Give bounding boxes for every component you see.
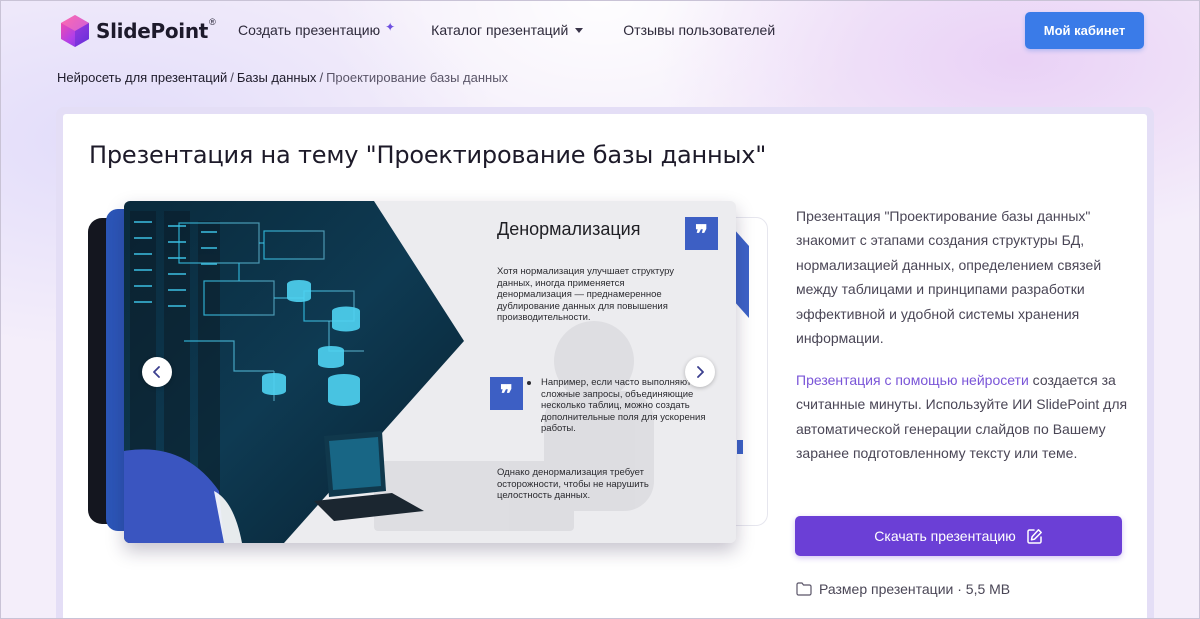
breadcrumb-link-ai[interactable]: Нейросеть для презентаций — [57, 70, 227, 85]
presentation-size: Размер презентации · 5,5 MB — [796, 581, 1010, 597]
size-label: Размер презентации — [819, 581, 954, 597]
download-button-label: Скачать презентацию — [874, 528, 1016, 544]
slide-paragraph-3: Однако денормализация требует осторожнос… — [497, 467, 649, 501]
quote-icon: ❞ — [490, 377, 523, 410]
bullet-point — [527, 381, 531, 385]
slide-decor-small — [737, 440, 743, 454]
breadcrumb: Нейросеть для презентаций / Базы данных / Пр… — [57, 70, 508, 85]
page-title: Презентация на тему "Проектирование базы… — [89, 141, 767, 169]
size-separator: · — [953, 581, 966, 597]
edit-icon — [1026, 528, 1043, 545]
slide-current: Денормализация ❞ Хотя нормализация улучш… — [124, 201, 736, 543]
nav-reviews-label: Отзывы пользователей — [623, 22, 776, 38]
presentation-description: Презентация "Проектирование базы данных"… — [796, 208, 1102, 347]
ai-presentation-link[interactable]: Презентация с помощью нейросети — [796, 372, 1029, 388]
logo-gem-icon — [61, 15, 89, 47]
slider-prev-button[interactable] — [142, 357, 172, 387]
folder-icon — [796, 582, 812, 596]
sparkle-icon: ✦ — [385, 20, 396, 34]
download-presentation-button[interactable]: Скачать презентацию — [795, 516, 1122, 556]
ai-description: Презентация с помощью нейросети создаетс… — [796, 368, 1136, 466]
chevron-left-icon — [153, 366, 160, 378]
slide-paragraph-1: Хотя нормализация улучшает структуру дан… — [497, 266, 675, 323]
logo[interactable]: SlidePoint ® — [58, 13, 216, 49]
my-cabinet-button[interactable]: Мой кабинет — [1025, 12, 1144, 49]
nav-create-presentation[interactable]: Создать презентацию ✦ — [238, 20, 396, 38]
chevron-right-icon — [697, 366, 704, 378]
nav-catalog-label: Каталог презентаций — [431, 22, 569, 38]
breadcrumb-separator: / — [319, 70, 324, 85]
registered-mark: ® — [209, 17, 216, 27]
logo-text: SlidePoint — [96, 19, 209, 43]
slide-title: Денормализация — [497, 219, 641, 239]
slide-paragraph-2: Например, если часто выполняются сложные… — [541, 377, 706, 434]
size-value: 5,5 MB — [965, 581, 1011, 597]
breadcrumb-separator: / — [230, 70, 234, 85]
nav-reviews[interactable]: Отзывы пользователей — [623, 22, 775, 38]
site-header: SlidePoint ® Создать презентацию ✦ Катал… — [0, 0, 1200, 62]
quote-icon: ❞ — [685, 217, 718, 250]
caret-down-icon — [575, 27, 584, 33]
main-nav: Создать презентацию ✦ Каталог презентаци… — [238, 20, 775, 38]
nav-catalog[interactable]: Каталог презентаций — [431, 22, 584, 38]
nav-create-label: Создать презентацию — [238, 22, 381, 38]
breadcrumb-current: Проектирование базы данных — [326, 70, 509, 85]
breadcrumb-link-databases[interactable]: Базы данных — [237, 70, 317, 85]
slider-next-button[interactable] — [685, 357, 715, 387]
